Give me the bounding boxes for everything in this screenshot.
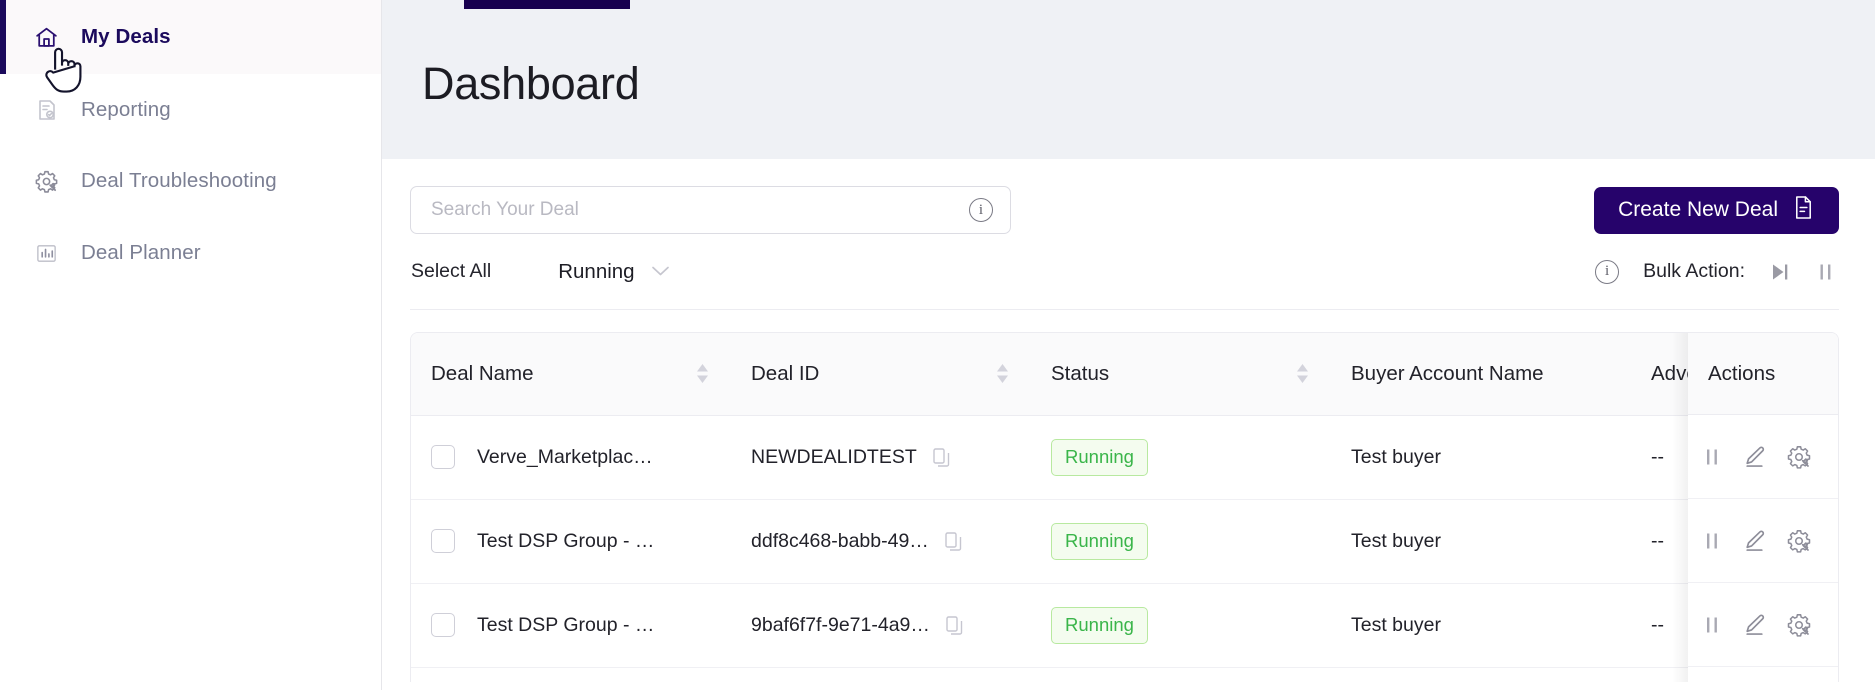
table-row[interactable]: Verve_Marketplac… NEWDEALIDTEST Running … xyxy=(411,415,1838,500)
deals-table: Deal Name Deal ID Status Buyer Account N… xyxy=(410,332,1839,682)
cell-deal-id: ddf8c468-babb-49… xyxy=(731,499,1031,584)
actions-sticky-column: Actions xyxy=(1672,333,1838,682)
status-filter-value: Running xyxy=(558,259,635,283)
row-checkbox[interactable] xyxy=(431,613,455,637)
content-area: i Create New Deal Select All xyxy=(382,159,1875,682)
deals-table-element: Deal Name Deal ID Status Buyer Account N… xyxy=(411,333,1838,668)
gear-wrench-icon[interactable] xyxy=(1786,612,1812,638)
bulk-action-info-icon[interactable]: i xyxy=(1595,259,1620,284)
cell-deal-id: 9baf6f7f-9e71-4a9… xyxy=(731,583,1031,668)
copy-icon[interactable] xyxy=(945,531,962,551)
deal-id-text: ddf8c468-babb-49… xyxy=(751,529,929,552)
cell-buyer-account-name: Test buyer xyxy=(1331,415,1631,500)
sidebar-nav-list: My Deals Reporting Deal Troubleshooting … xyxy=(0,0,381,289)
bulk-action-label: Bulk Action: xyxy=(1643,260,1745,282)
deal-name-text: Verve_Marketplac… xyxy=(477,445,653,468)
cell-buyer-account-name: Test buyer xyxy=(1331,499,1631,584)
filter-left-group: Select All Running xyxy=(411,260,670,284)
deal-name-text: Test DSP Group - … xyxy=(477,529,655,552)
sidebar-item-label: Reporting xyxy=(81,97,171,121)
pause-icon[interactable] xyxy=(1702,530,1723,552)
column-label: Status xyxy=(1051,361,1110,385)
sidebar-item-deal-troubleshooting[interactable]: Deal Troubleshooting xyxy=(0,145,381,217)
gear-wrench-icon xyxy=(33,168,60,195)
column-label: Deal Name xyxy=(431,361,534,385)
cell-deal-name: Test DSP Group - … xyxy=(411,583,731,668)
bar-chart-icon xyxy=(33,240,60,267)
page-title: Dashboard xyxy=(422,58,640,109)
row-actions xyxy=(1688,583,1838,667)
app-root: My Deals Reporting Deal Troubleshooting … xyxy=(0,0,1875,690)
sidebar-item-label: My Deals xyxy=(81,25,171,48)
cell-status: Running xyxy=(1031,415,1331,500)
status-badge: Running xyxy=(1051,606,1148,644)
search-box[interactable]: i xyxy=(410,186,1011,234)
sidebar-item-deal-planner[interactable]: Deal Planner xyxy=(0,217,381,289)
sidebar-item-reporting[interactable]: Reporting xyxy=(0,74,381,145)
sidebar-item-my-deals[interactable]: My Deals xyxy=(0,0,381,74)
column-label: Buyer Account Name xyxy=(1351,361,1544,385)
main-content: Dashboard i Create New Deal xyxy=(382,0,1875,690)
cell-status: Running xyxy=(1031,583,1331,668)
gear-wrench-icon[interactable] xyxy=(1786,444,1812,470)
column-label: Deal ID xyxy=(751,361,820,385)
column-header-deal-id[interactable]: Deal ID xyxy=(731,333,1031,416)
bulk-pause-icon[interactable] xyxy=(1815,261,1837,283)
create-new-deal-button[interactable]: Create New Deal xyxy=(1594,186,1839,234)
home-icon xyxy=(33,24,60,51)
tab-strip xyxy=(382,0,1875,9)
row-actions xyxy=(1688,499,1838,583)
bulk-action-group: i Bulk Action: xyxy=(1595,259,1837,284)
edit-pencil-icon[interactable] xyxy=(1742,528,1767,553)
table-body: Verve_Marketplac… NEWDEALIDTEST Running … xyxy=(411,415,1838,668)
column-header-status[interactable]: Status xyxy=(1031,333,1331,416)
table-header-row: Deal Name Deal ID Status Buyer Account N… xyxy=(411,333,1838,416)
table-row[interactable]: Test DSP Group - … 9baf6f7f-9e71-4a9… Ru… xyxy=(411,583,1838,668)
gear-wrench-icon[interactable] xyxy=(1786,528,1812,554)
row-actions xyxy=(1688,415,1838,499)
sort-arrows-icon[interactable] xyxy=(996,364,1009,384)
edit-pencil-icon[interactable] xyxy=(1742,444,1767,469)
column-header-buyer-account-name[interactable]: Buyer Account Name xyxy=(1331,333,1631,416)
select-all-button[interactable]: Select All xyxy=(411,260,491,283)
cell-buyer-account-name: Test buyer xyxy=(1331,583,1631,668)
active-tab-indicator xyxy=(464,0,630,9)
deal-name-text: Test DSP Group - … xyxy=(477,613,655,636)
cell-deal-name: Verve_Marketplac… xyxy=(411,415,731,500)
sidebar-item-label: Deal Planner xyxy=(81,241,201,264)
cell-deal-name: Test DSP Group - … xyxy=(411,499,731,584)
document-icon xyxy=(1792,195,1815,226)
cell-status: Running xyxy=(1031,499,1331,584)
search-info-icon[interactable]: i xyxy=(969,198,993,222)
status-badge: Running xyxy=(1051,522,1148,560)
table-row[interactable]: Test DSP Group - … ddf8c468-babb-49… Run… xyxy=(411,499,1838,584)
sort-arrows-icon[interactable] xyxy=(696,364,709,384)
pause-icon[interactable] xyxy=(1702,446,1723,468)
toolbar-row: i Create New Deal xyxy=(410,159,1839,234)
search-input[interactable] xyxy=(431,199,969,221)
filter-row: Select All Running i Bulk Action: xyxy=(410,234,1839,310)
deal-id-text: 9baf6f7f-9e71-4a9… xyxy=(751,613,930,636)
chevron-down-icon xyxy=(651,263,670,280)
deal-id-text: NEWDEALIDTEST xyxy=(751,445,917,468)
row-checkbox[interactable] xyxy=(431,529,455,553)
column-header-deal-name[interactable]: Deal Name xyxy=(411,333,731,416)
sort-arrows-icon[interactable] xyxy=(1296,364,1309,384)
sidebar: My Deals Reporting Deal Troubleshooting … xyxy=(0,0,382,690)
column-header-actions: Actions xyxy=(1688,333,1838,415)
status-badge: Running xyxy=(1051,438,1148,476)
pause-icon[interactable] xyxy=(1702,614,1723,636)
edit-pencil-icon[interactable] xyxy=(1742,612,1767,637)
page-header: Dashboard xyxy=(382,9,1875,159)
row-checkbox[interactable] xyxy=(431,445,455,469)
report-icon xyxy=(33,96,60,123)
table-head: Deal Name Deal ID Status Buyer Account N… xyxy=(411,333,1838,416)
create-new-deal-label: Create New Deal xyxy=(1618,198,1778,221)
copy-icon[interactable] xyxy=(946,615,963,635)
sidebar-item-label: Deal Troubleshooting xyxy=(81,169,277,192)
status-filter-dropdown[interactable]: Running xyxy=(558,260,669,284)
copy-icon[interactable] xyxy=(933,447,950,467)
cell-deal-id: NEWDEALIDTEST xyxy=(731,415,1031,500)
bulk-resume-skip-forward-icon[interactable] xyxy=(1769,261,1791,283)
